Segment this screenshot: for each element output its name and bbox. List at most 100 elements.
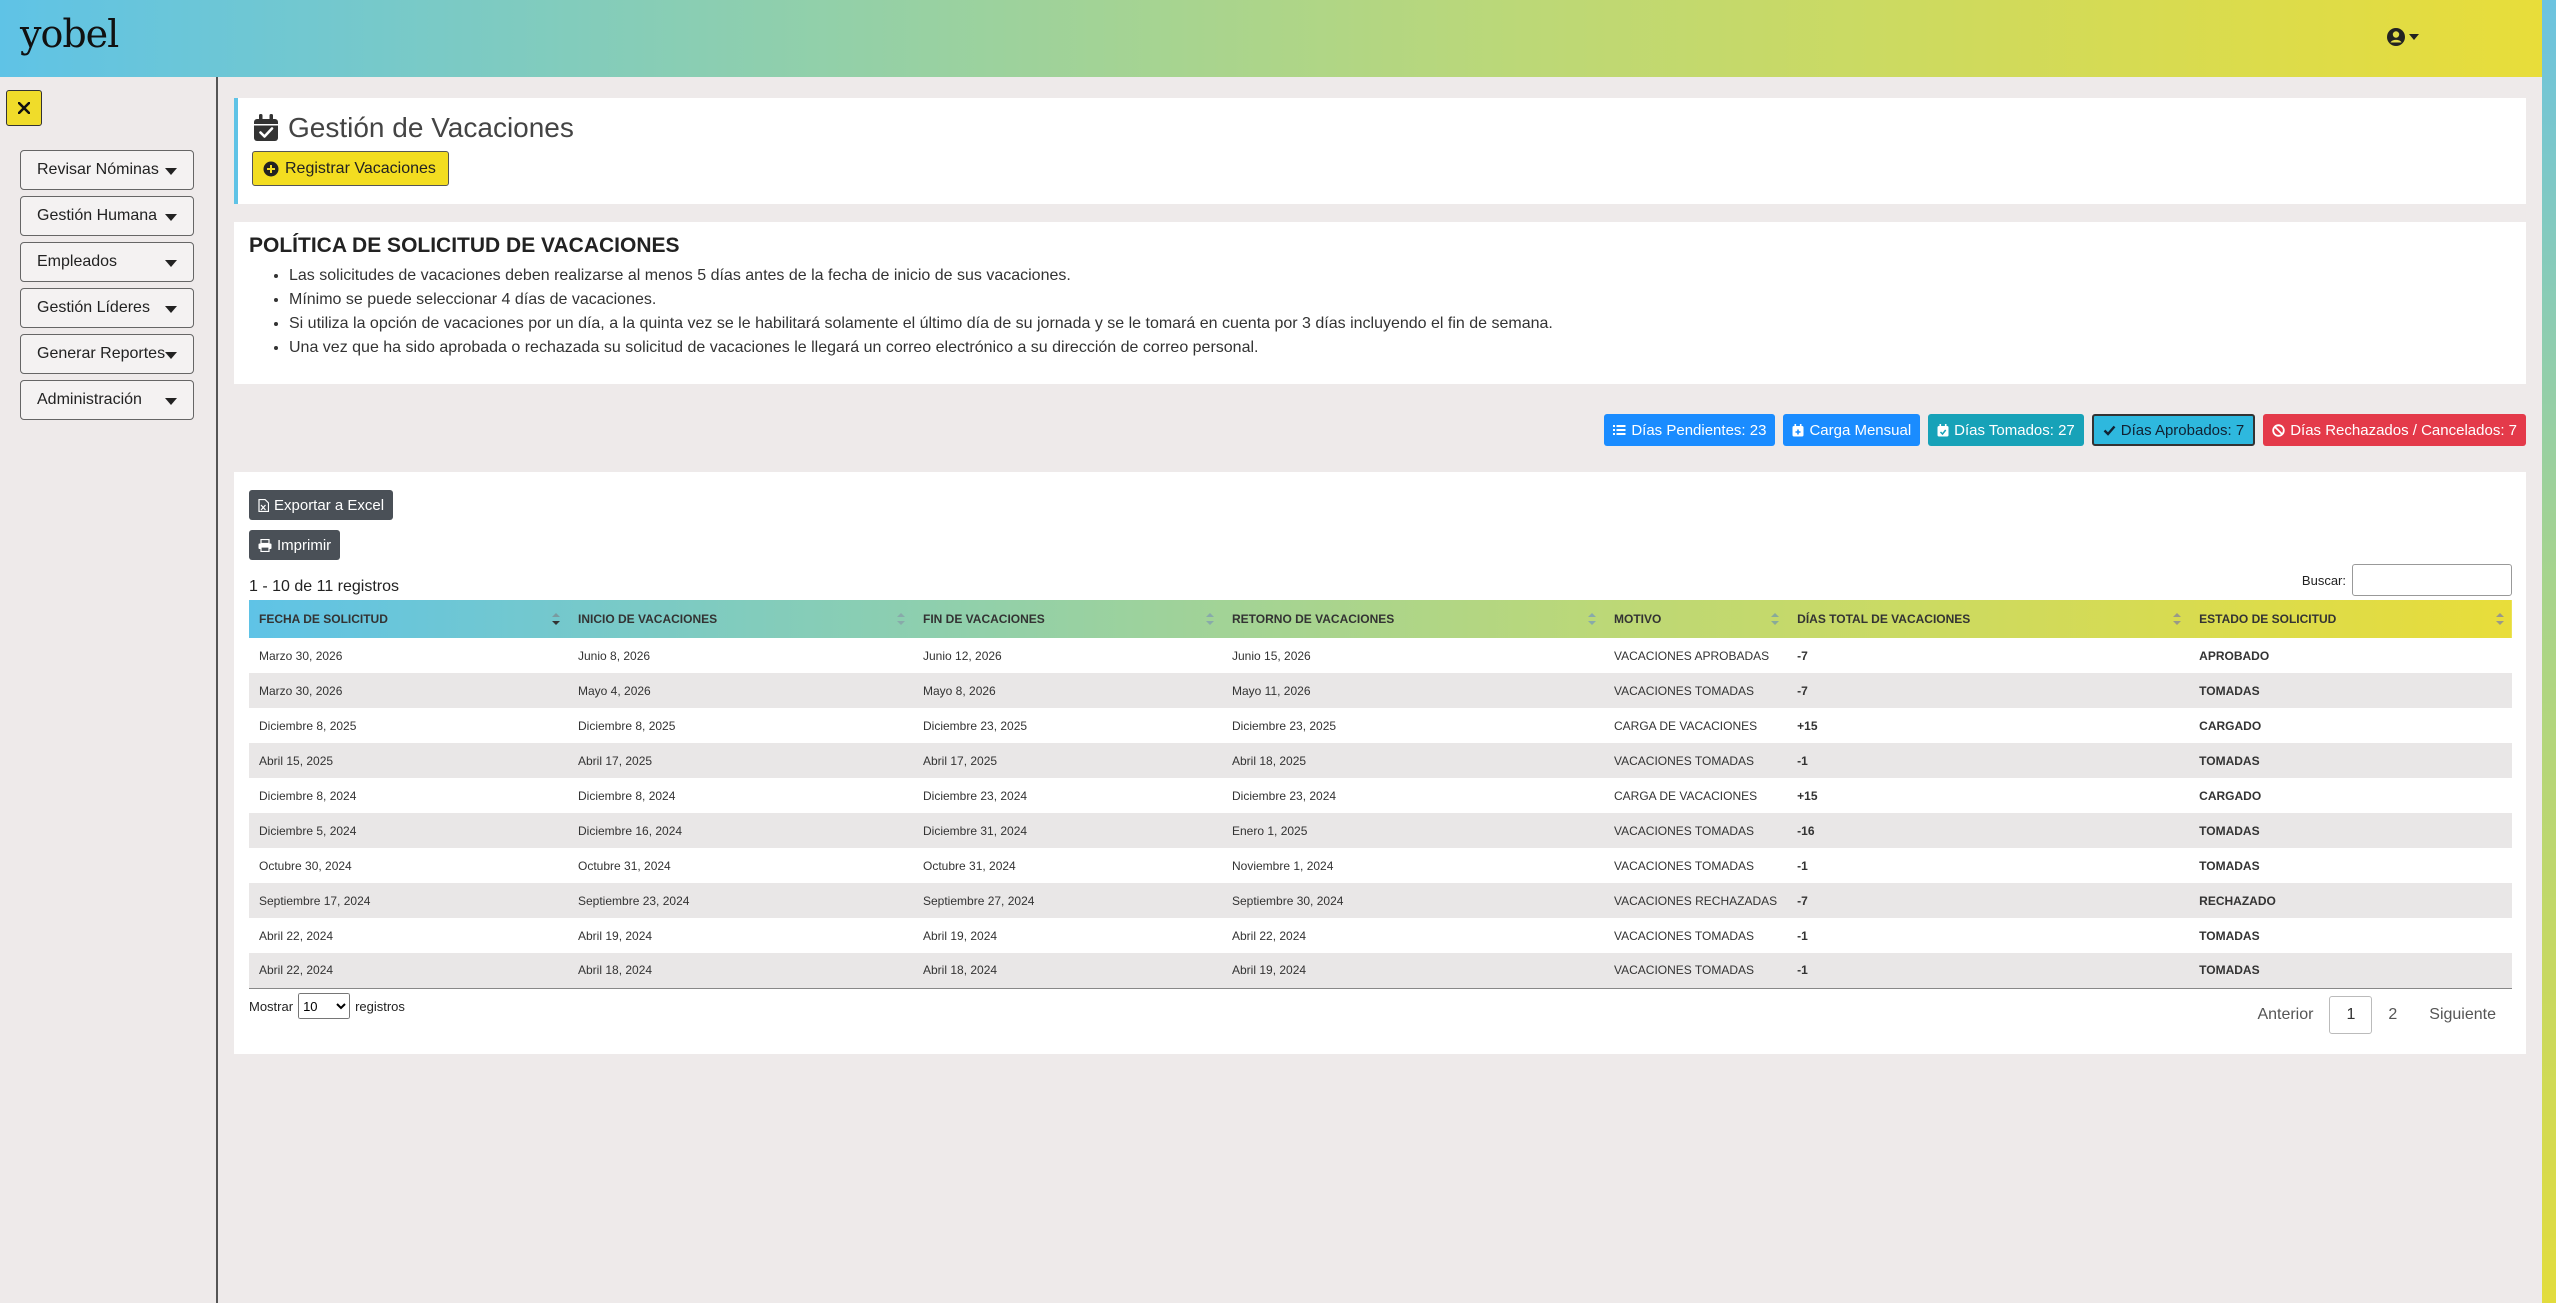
check-icon bbox=[2103, 425, 2116, 436]
cell-inicio-vacaciones: Mayo 4, 2026 bbox=[578, 683, 651, 698]
cell-fecha-solicitud: Abril 22, 2024 bbox=[259, 928, 334, 943]
sidebar-item-label: Gestión Líderes bbox=[37, 299, 150, 316]
cell-inicio-vacaciones: Diciembre 8, 2025 bbox=[578, 718, 676, 733]
column-header-label: FECHA DE SOLICITUD bbox=[259, 612, 388, 626]
sidebar-item-gestion-lideres[interactable]: Gestión Líderes bbox=[20, 288, 194, 328]
column-header-label: RETORNO DE VACACIONES bbox=[1232, 612, 1395, 626]
policy-title: POLÍTICA DE SOLICITUD DE VACACIONES bbox=[249, 234, 680, 257]
sidebar-item-gestion-humana[interactable]: Gestión Humana bbox=[20, 196, 194, 236]
logo[interactable]: yobel bbox=[20, 12, 119, 56]
cell-estado: TOMADAS bbox=[2199, 753, 2260, 768]
table-body: Marzo 30, 2026 Junio 8, 2026 Junio 12, 202… bbox=[249, 638, 2512, 988]
sort-desc-icon bbox=[552, 613, 560, 625]
table-row[interactable]: Septiembre 17, 2024 Septiembre 23, 2024 Se… bbox=[249, 883, 2512, 918]
user-circle-icon bbox=[2387, 28, 2405, 46]
cell-dias-total: +15 bbox=[1797, 718, 1818, 733]
cell-inicio-vacaciones: Septiembre 23, 2024 bbox=[578, 893, 690, 908]
sort-icon bbox=[2173, 613, 2182, 625]
calendar-check-icon bbox=[254, 114, 278, 141]
cell-estado: TOMADAS bbox=[2199, 858, 2260, 873]
column-header-motivo[interactable]: MOTIVO bbox=[1604, 600, 1787, 638]
calendar-plus-icon bbox=[1792, 423, 1804, 436]
cell-motivo: VACACIONES TOMADAS bbox=[1614, 858, 1755, 873]
records-info: 1 - 10 de 11 registros bbox=[249, 578, 400, 595]
pagination-next[interactable]: Siguiente bbox=[2413, 996, 2512, 1034]
cell-estado: TOMADAS bbox=[2199, 683, 2260, 698]
sidebar-item-administracion[interactable]: Administración bbox=[20, 380, 194, 420]
records-label: registros bbox=[355, 998, 405, 1014]
rejected-days-label: Días Rechazados / Cancelados: 7 bbox=[2290, 421, 2517, 439]
column-header-retorno-vacaciones[interactable]: RETORNO DE VACACIONES bbox=[1222, 600, 1604, 638]
monthly-load-badge[interactable]: Carga Mensual bbox=[1783, 414, 1921, 446]
chevron-down-icon bbox=[165, 352, 177, 359]
cell-dias-total: -7 bbox=[1797, 648, 1808, 663]
table-row[interactable]: Marzo 30, 2026 Mayo 4, 2026 Mayo 8, 2026 Ma… bbox=[249, 673, 2512, 708]
pending-days-label: Días Pendientes: 23 bbox=[1631, 421, 1767, 439]
cell-retorno-vacaciones: Junio 15, 2026 bbox=[1232, 648, 1311, 663]
pagination-prev[interactable]: Anterior bbox=[2241, 996, 2329, 1034]
stats-badges: Días Pendientes: 23 Carga Mensual Días T… bbox=[1604, 414, 2526, 446]
print-button[interactable]: Imprimir bbox=[249, 530, 341, 560]
sidebar-close-button[interactable] bbox=[6, 90, 42, 126]
column-header-fin-vacaciones[interactable]: FIN DE VACACIONES bbox=[913, 600, 1222, 638]
page-scrollbar[interactable] bbox=[2542, 0, 2556, 1303]
print-label: Imprimir bbox=[277, 536, 332, 554]
cell-estado: CARGADO bbox=[2199, 788, 2262, 803]
cell-fin-vacaciones: Diciembre 23, 2025 bbox=[923, 718, 1028, 733]
cell-motivo: CARGA DE VACACIONES bbox=[1614, 788, 1758, 803]
cell-dias-total: -1 bbox=[1797, 928, 1808, 943]
pagination-page-2[interactable]: 2 bbox=[2372, 996, 2413, 1034]
column-header-label: FIN DE VACACIONES bbox=[923, 612, 1045, 626]
column-header-estado-solicitud[interactable]: ESTADO DE SOLICITUD bbox=[2189, 600, 2512, 638]
page-length-select[interactable]: 10 bbox=[298, 993, 351, 1019]
table-row[interactable]: Diciembre 5, 2024 Diciembre 16, 2024 Dicie… bbox=[249, 813, 2512, 848]
table-row[interactable]: Marzo 30, 2026 Junio 8, 2026 Junio 12, 202… bbox=[249, 638, 2512, 673]
cell-dias-total: -7 bbox=[1797, 683, 1808, 698]
chevron-down-icon bbox=[2409, 34, 2419, 40]
approved-days-label: Días Aprobados: 7 bbox=[2120, 421, 2245, 439]
cell-retorno-vacaciones: Diciembre 23, 2025 bbox=[1232, 718, 1337, 733]
search-input[interactable] bbox=[2352, 564, 2512, 596]
cell-inicio-vacaciones: Abril 18, 2024 bbox=[578, 963, 653, 978]
cell-dias-total: +15 bbox=[1797, 788, 1818, 803]
export-excel-button[interactable]: Exportar a Excel bbox=[249, 490, 394, 520]
table-row[interactable]: Octubre 30, 2024 Octubre 31, 2024 Octubre … bbox=[249, 848, 2512, 883]
column-header-label: ESTADO DE SOLICITUD bbox=[2199, 612, 2337, 626]
sidebar-item-generar-reportes[interactable]: Generar Reportes bbox=[20, 334, 194, 374]
chevron-down-icon bbox=[165, 398, 177, 405]
sort-icon bbox=[1771, 613, 1780, 625]
rejected-days-badge[interactable]: Días Rechazados / Cancelados: 7 bbox=[2263, 414, 2526, 446]
chevron-down-icon bbox=[165, 306, 177, 313]
pagination-page-1[interactable]: 1 bbox=[2329, 996, 2373, 1034]
taken-days-badge[interactable]: Días Tomados: 27 bbox=[1928, 414, 2084, 446]
table-row[interactable]: Diciembre 8, 2024 Diciembre 8, 2024 Diciem… bbox=[249, 778, 2512, 813]
column-header-dias-total[interactable]: DÍAS TOTAL DE VACACIONES bbox=[1787, 600, 2189, 638]
table-row[interactable]: Abril 22, 2024 Abril 18, 2024 Abril 18, 20… bbox=[249, 953, 2512, 988]
cell-fecha-solicitud: Diciembre 8, 2024 bbox=[259, 788, 357, 803]
ban-icon bbox=[2272, 423, 2285, 437]
register-vacation-button[interactable]: Registrar Vacaciones bbox=[252, 151, 449, 186]
approved-days-badge[interactable]: Días Aprobados: 7 bbox=[2091, 414, 2256, 446]
sidebar-item-revisar-nominas[interactable]: Revisar Nóminas bbox=[20, 150, 194, 190]
cell-motivo: VACACIONES TOMADAS bbox=[1614, 963, 1755, 978]
monthly-load-label: Carga Mensual bbox=[1809, 421, 1912, 439]
sidebar-item-empleados[interactable]: Empleados bbox=[20, 242, 194, 282]
column-header-label: INICIO DE VACACIONES bbox=[578, 612, 718, 626]
register-vacation-label: Registrar Vacaciones bbox=[285, 159, 436, 177]
sidebar-item-label: Revisar Nóminas bbox=[37, 161, 159, 178]
table-row[interactable]: Abril 22, 2024 Abril 19, 2024 Abril 19, 20… bbox=[249, 918, 2512, 953]
table-row[interactable]: Abril 15, 2025 Abril 17, 2025 Abril 17, 20… bbox=[249, 743, 2512, 778]
column-header-inicio-vacaciones[interactable]: INICIO DE VACACIONES bbox=[568, 600, 913, 638]
cell-fecha-solicitud: Marzo 30, 2026 bbox=[259, 648, 343, 663]
requests-table-panel: Exportar a Excel Imprimir 1 - 10 de 11 r… bbox=[234, 472, 2526, 1054]
table-row[interactable]: Diciembre 8, 2025 Diciembre 8, 2025 Diciem… bbox=[249, 708, 2512, 743]
file-excel-icon bbox=[258, 498, 269, 512]
cell-motivo: VACACIONES APROBADAS bbox=[1614, 648, 1770, 663]
sort-icon bbox=[2496, 613, 2504, 625]
cell-motivo: VACACIONES TOMADAS bbox=[1614, 753, 1755, 768]
pending-days-badge[interactable]: Días Pendientes: 23 bbox=[1604, 414, 1776, 446]
user-menu[interactable] bbox=[2386, 22, 2426, 52]
column-header-fecha-solicitud[interactable]: FECHA DE SOLICITUD bbox=[249, 600, 568, 638]
policy-item: Las solicitudes de vacaciones deben real… bbox=[289, 264, 1553, 288]
cell-estado: TOMADAS bbox=[2199, 963, 2260, 978]
